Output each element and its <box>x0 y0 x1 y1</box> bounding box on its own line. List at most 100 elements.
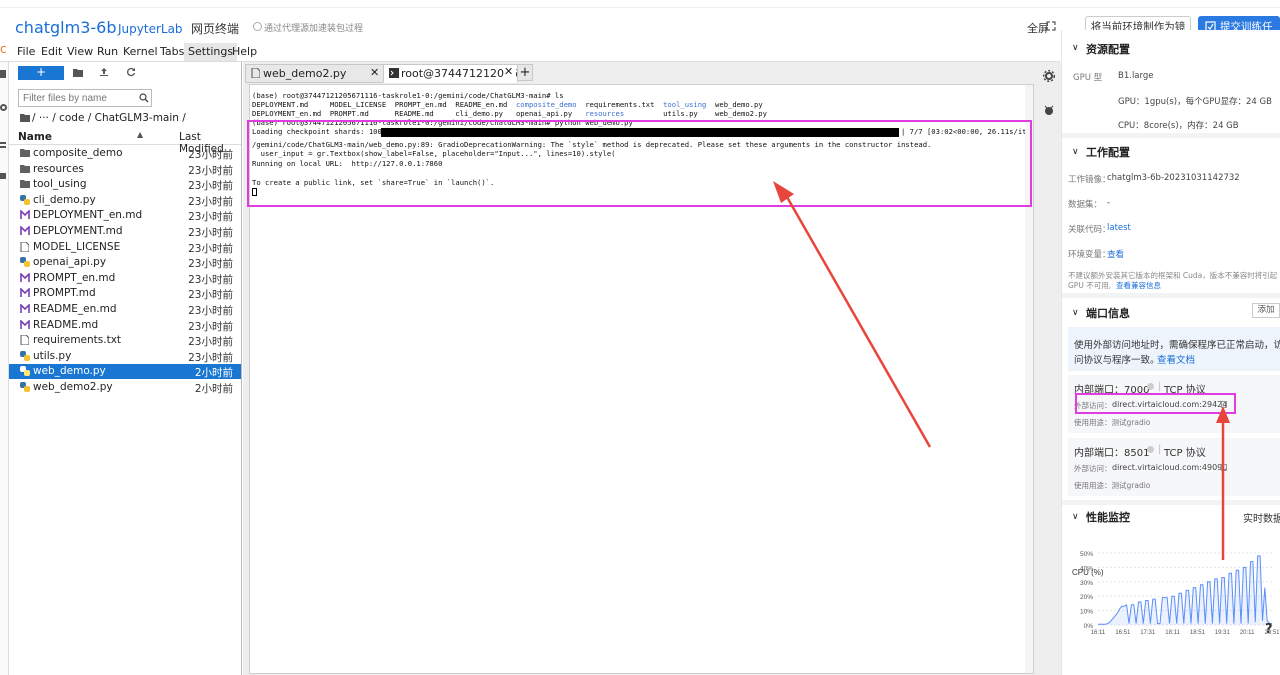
upload-icon[interactable] <box>99 67 109 77</box>
file-name: DEPLOYMENT_en.md <box>33 209 143 222</box>
close-icon[interactable]: ✕ <box>504 65 516 78</box>
filter-box[interactable] <box>18 89 152 107</box>
python-icon <box>20 366 30 377</box>
help-button[interactable]: ? <box>1265 622 1273 637</box>
file-row[interactable]: PROMPT_en.md 23小时前 <box>9 271 241 286</box>
file-modified: 2小时前 <box>194 383 233 395</box>
y-tick-label: 30% <box>1080 580 1093 587</box>
chevron-down-icon[interactable]: ∨ <box>1072 147 1079 157</box>
debugger-icon[interactable] <box>1043 104 1055 116</box>
menu-settings[interactable]: Settings <box>184 43 238 61</box>
file-row[interactable]: cli_demo.py 23小时前 <box>9 193 241 208</box>
file-name: requirements.txt <box>33 334 122 347</box>
help-icon[interactable] <box>1147 383 1154 390</box>
file-row[interactable]: composite_demo 23小时前 <box>9 146 241 161</box>
chevron-down-icon[interactable]: ∨ <box>1072 512 1079 522</box>
app-title: chatglm3-6b <box>15 18 117 37</box>
python-icon <box>20 194 30 205</box>
add-tab-button[interactable]: + <box>517 64 533 81</box>
proxy-hint[interactable]: 通过代理源加速装包过程 <box>264 21 363 34</box>
folder-icon[interactable] <box>0 70 6 78</box>
breadcrumb-folder-icon[interactable] <box>20 114 30 122</box>
menu-kernel[interactable]: Kernel <box>123 45 158 58</box>
commands-icon[interactable] <box>0 142 6 148</box>
code-label: 关联代码： <box>1068 225 1111 235</box>
add-port-button[interactable]: 添加 <box>1252 303 1280 318</box>
file-row[interactable]: README.md 23小时前 <box>9 318 241 333</box>
extension-icon[interactable] <box>0 173 6 179</box>
gpu-type-value: B1.large <box>1118 71 1154 81</box>
file-row[interactable]: PROMPT.md 23小时前 <box>9 286 241 301</box>
image-value: chatglm3-6b-20231031142732 <box>1107 173 1240 183</box>
new-folder-icon[interactable] <box>73 68 83 77</box>
file-row[interactable]: README_en.md 23小时前 <box>9 302 241 317</box>
file-row[interactable]: MODEL_LICENSE 23小时前 <box>9 240 241 255</box>
ports-info-1: 使用外部访问地址时，需确保程序已正常启动，访 <box>1074 340 1280 351</box>
tab-web-demo2[interactable]: web_demo2.py ✕ <box>245 64 385 83</box>
ports-info-card: 使用外部访问地址时，需确保程序已正常启动，访 问协议与程序一致。 查看文档 <box>1068 327 1280 371</box>
gear-icon[interactable] <box>1043 70 1055 82</box>
top-bar: chatglm3-6b JupyterLab 网页终端 通过代理源加速装包过程 … <box>0 8 1060 46</box>
tab-terminal[interactable]: root@37447121205671116 ✕ <box>383 64 518 83</box>
chevron-down-icon[interactable]: ∨ <box>1072 308 1079 318</box>
copy-icon[interactable] <box>1221 464 1227 471</box>
tab-jupyterlab[interactable]: JupyterLab <box>110 12 183 44</box>
ports-info-2: 问协议与程序一致。 <box>1074 355 1160 366</box>
code-link[interactable]: latest <box>1107 223 1131 233</box>
python-icon <box>20 350 30 361</box>
refresh-icon[interactable] <box>126 67 136 77</box>
file-row[interactable]: openai_api.py 23小时前 <box>9 255 241 270</box>
annotation-box <box>1075 393 1236 414</box>
sort-up-icon: ▲ <box>137 130 144 139</box>
file-list-header: Name ▲ Last Modified <box>9 129 241 155</box>
resources-title: 资源配置 <box>1086 43 1130 56</box>
markdown-icon <box>20 287 30 298</box>
file-row[interactable]: tool_using 23小时前 <box>9 177 241 192</box>
tab-web-terminal[interactable]: 网页终端 <box>191 20 239 37</box>
external-address[interactable]: direct.virtaicloud.com:49090 <box>1112 463 1227 472</box>
file-row[interactable]: utils.py 23小时前 <box>9 349 241 364</box>
file-row[interactable]: web_demo.py 2小时前 <box>9 364 241 380</box>
col-name-header[interactable]: Name <box>18 131 52 143</box>
file-modified: 23小时前 <box>188 336 233 349</box>
file-row[interactable]: DEPLOYMENT.md 23小时前 <box>9 224 241 239</box>
breadcrumb[interactable]: / ··· / code / ChatGLM3-main / <box>32 112 186 124</box>
dataset-value: - <box>1107 198 1111 208</box>
help-icon[interactable] <box>1147 446 1154 453</box>
file-modified: 23小时前 <box>188 273 233 286</box>
info-icon <box>253 22 262 31</box>
env-link[interactable]: 查看 <box>1107 248 1124 260</box>
new-launcher-button[interactable]: + <box>18 66 64 80</box>
menu-help[interactable]: Help <box>232 45 257 58</box>
menu-edit[interactable]: Edit <box>41 45 62 58</box>
menu-run[interactable]: Run <box>97 45 118 58</box>
file-name: README.md <box>33 318 99 331</box>
close-icon[interactable]: ✕ <box>370 66 379 79</box>
cpu-area <box>1098 555 1272 625</box>
menu-tabs[interactable]: Tabs <box>160 45 184 58</box>
docs-link[interactable]: 查看文档 <box>1157 352 1195 366</box>
chevron-down-icon[interactable]: ∨ <box>1072 43 1079 53</box>
right-panel: ∨ 资源配置 GPU 型 B1.large GPU：1gpu(s)，每个GPU显… <box>1061 30 1280 675</box>
file-name: openai_api.py <box>33 256 107 269</box>
tab-web-demo2-label: web_demo2.py <box>263 67 347 80</box>
file-row[interactable]: resources 23小时前 <box>9 162 241 177</box>
file-row[interactable]: web_demo2.py 2小时前 <box>9 380 241 395</box>
menu-view[interactable]: View <box>67 45 93 58</box>
realtime-label[interactable]: 实时数据 <box>1243 510 1280 525</box>
file-name: MODEL_LICENSE <box>33 240 121 253</box>
usage: 使用用途：测试gradio <box>1074 418 1151 427</box>
terminal-line: DEPLOYMENT.md MODEL_LICENSE PROMPT_en.md… <box>252 100 763 109</box>
file-row[interactable]: DEPLOYMENT_en.md 23小时前 <box>9 208 241 223</box>
filter-input[interactable] <box>21 91 131 105</box>
running-icon[interactable] <box>0 104 7 111</box>
file-name: utils.py <box>33 349 72 362</box>
file-modified: 23小时前 <box>188 227 233 239</box>
menu-file[interactable]: File <box>17 45 35 58</box>
file-row[interactable]: requirements.txt 23小时前 <box>9 333 241 348</box>
search-icon <box>139 93 149 103</box>
compat-link[interactable]: 查看兼容信息 <box>1116 280 1161 291</box>
env-label: 环境变量： <box>1068 250 1111 260</box>
file-name: composite_demo <box>33 147 123 159</box>
compat-note-2: GPU 不可用, <box>1068 281 1112 290</box>
